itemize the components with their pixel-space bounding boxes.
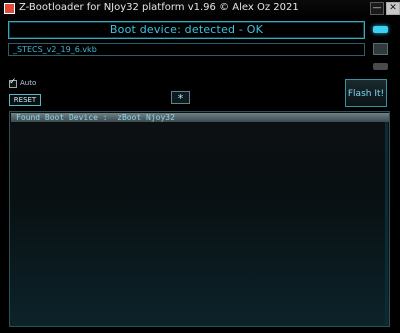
- auto-checkbox-label: Auto: [20, 79, 37, 87]
- close-button[interactable]: ✕: [386, 2, 400, 15]
- firmware-file-name: _STECS_v2_19_6.vkb: [13, 45, 97, 54]
- boot-status-bar: Boot device: detected - OK: [8, 21, 365, 39]
- window-title: Z-Bootloader for NJoy32 platform v1.96 ©…: [19, 2, 299, 13]
- device-status-led-icon: [373, 26, 388, 33]
- log-panel: Found Boot Device : zBoot Njoy32: [9, 111, 390, 327]
- log-line: Found Boot Device : zBoot Njoy32: [16, 113, 175, 122]
- firmware-file-field[interactable]: _STECS_v2_19_6.vkb: [8, 43, 365, 56]
- title-bar: Z-Bootloader for NJoy32 platform v1.96 ©…: [0, 0, 400, 18]
- auto-checkbox[interactable]: [9, 77, 17, 88]
- minimize-button[interactable]: —: [370, 2, 384, 15]
- star-button[interactable]: *: [171, 91, 190, 105]
- bootloader-window: Z-Bootloader for NJoy32 platform v1.96 ©…: [0, 0, 400, 333]
- flash-it-button[interactable]: Flash It!: [345, 79, 387, 107]
- browse-file-button[interactable]: [373, 43, 388, 55]
- reset-button[interactable]: RESET: [9, 94, 41, 106]
- log-header-row: Found Boot Device : zBoot Njoy32: [11, 113, 389, 122]
- log-scrollbar[interactable]: [385, 122, 388, 325]
- flash-status-led-icon: [373, 63, 388, 70]
- app-icon: [4, 3, 15, 14]
- boot-status-text: Boot device: detected - OK: [109, 23, 264, 36]
